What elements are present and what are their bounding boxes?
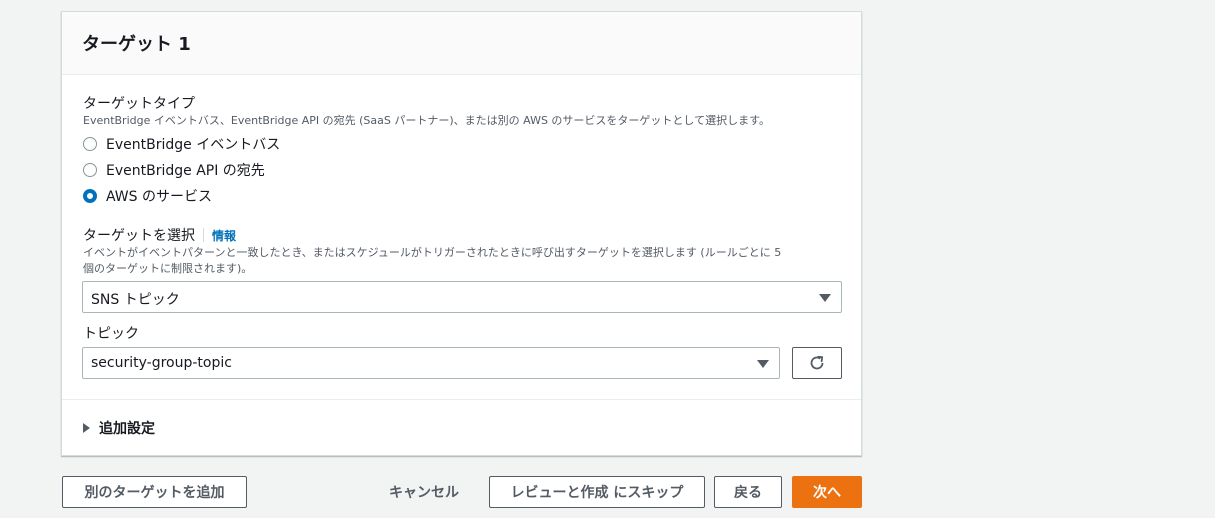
panel-header: ターゲット 1 <box>62 12 861 75</box>
radio-eventbridge-api-destination[interactable]: EventBridge API の宛先 <box>83 160 265 180</box>
radio-eventbridge-bus[interactable]: EventBridge イベントバス <box>83 134 280 154</box>
radio-label: EventBridge API の宛先 <box>106 163 265 179</box>
additional-settings-expander[interactable]: 追加設定 <box>83 418 155 438</box>
caret-right-icon <box>83 423 90 433</box>
topic-select-value: security-group-topic <box>91 355 232 371</box>
info-link[interactable]: 情報 <box>212 229 236 243</box>
topic-select[interactable]: security-group-topic <box>82 347 780 379</box>
add-target-button[interactable]: 別のターゲットを追加 <box>62 476 247 508</box>
radio-label: AWS のサービス <box>106 189 212 205</box>
target-type-description: EventBridge イベントバス、EventBridge API の宛先 (… <box>83 114 770 127</box>
select-target-description: イベントがイベントパターンと一致したとき、またはスケジュールがトリガーされたとき… <box>83 245 853 277</box>
select-target-header: ターゲットを選択 情報 <box>83 225 236 245</box>
description-line: イベントがイベントパターンと一致したとき、またはスケジュールがトリガーされたとき… <box>83 246 782 259</box>
target-select-value: SNS トピック <box>91 292 180 308</box>
target-select[interactable]: SNS トピック <box>82 281 842 313</box>
select-target-label: ターゲットを選択 <box>83 228 195 244</box>
target-type-label: ターゲットタイプ <box>83 96 195 112</box>
divider <box>203 228 204 242</box>
next-button[interactable]: 次へ <box>792 476 862 508</box>
target-panel: ターゲット 1 ターゲットタイプ EventBridge イベントバス、Even… <box>61 11 862 456</box>
back-button[interactable]: 戻る <box>714 476 782 508</box>
refresh-icon <box>810 355 824 370</box>
topic-label: トピック <box>83 326 139 342</box>
refresh-button[interactable] <box>792 347 842 379</box>
cancel-button[interactable]: キャンセル <box>376 476 472 508</box>
section-divider <box>62 399 861 400</box>
description-line: 個のターゲットに制限されます)。 <box>83 262 253 275</box>
radio-button[interactable] <box>83 163 97 177</box>
caret-down-icon <box>757 360 769 368</box>
skip-to-review-button[interactable]: レビューと作成 にスキップ <box>489 476 705 508</box>
radio-aws-service[interactable]: AWS のサービス <box>83 186 212 206</box>
panel-title: ターゲット 1 <box>82 34 191 55</box>
caret-down-icon <box>819 294 831 302</box>
radio-button[interactable] <box>83 137 97 151</box>
radio-label: EventBridge イベントバス <box>106 137 281 153</box>
radio-button-selected[interactable] <box>83 189 97 203</box>
additional-settings-label: 追加設定 <box>99 421 155 437</box>
